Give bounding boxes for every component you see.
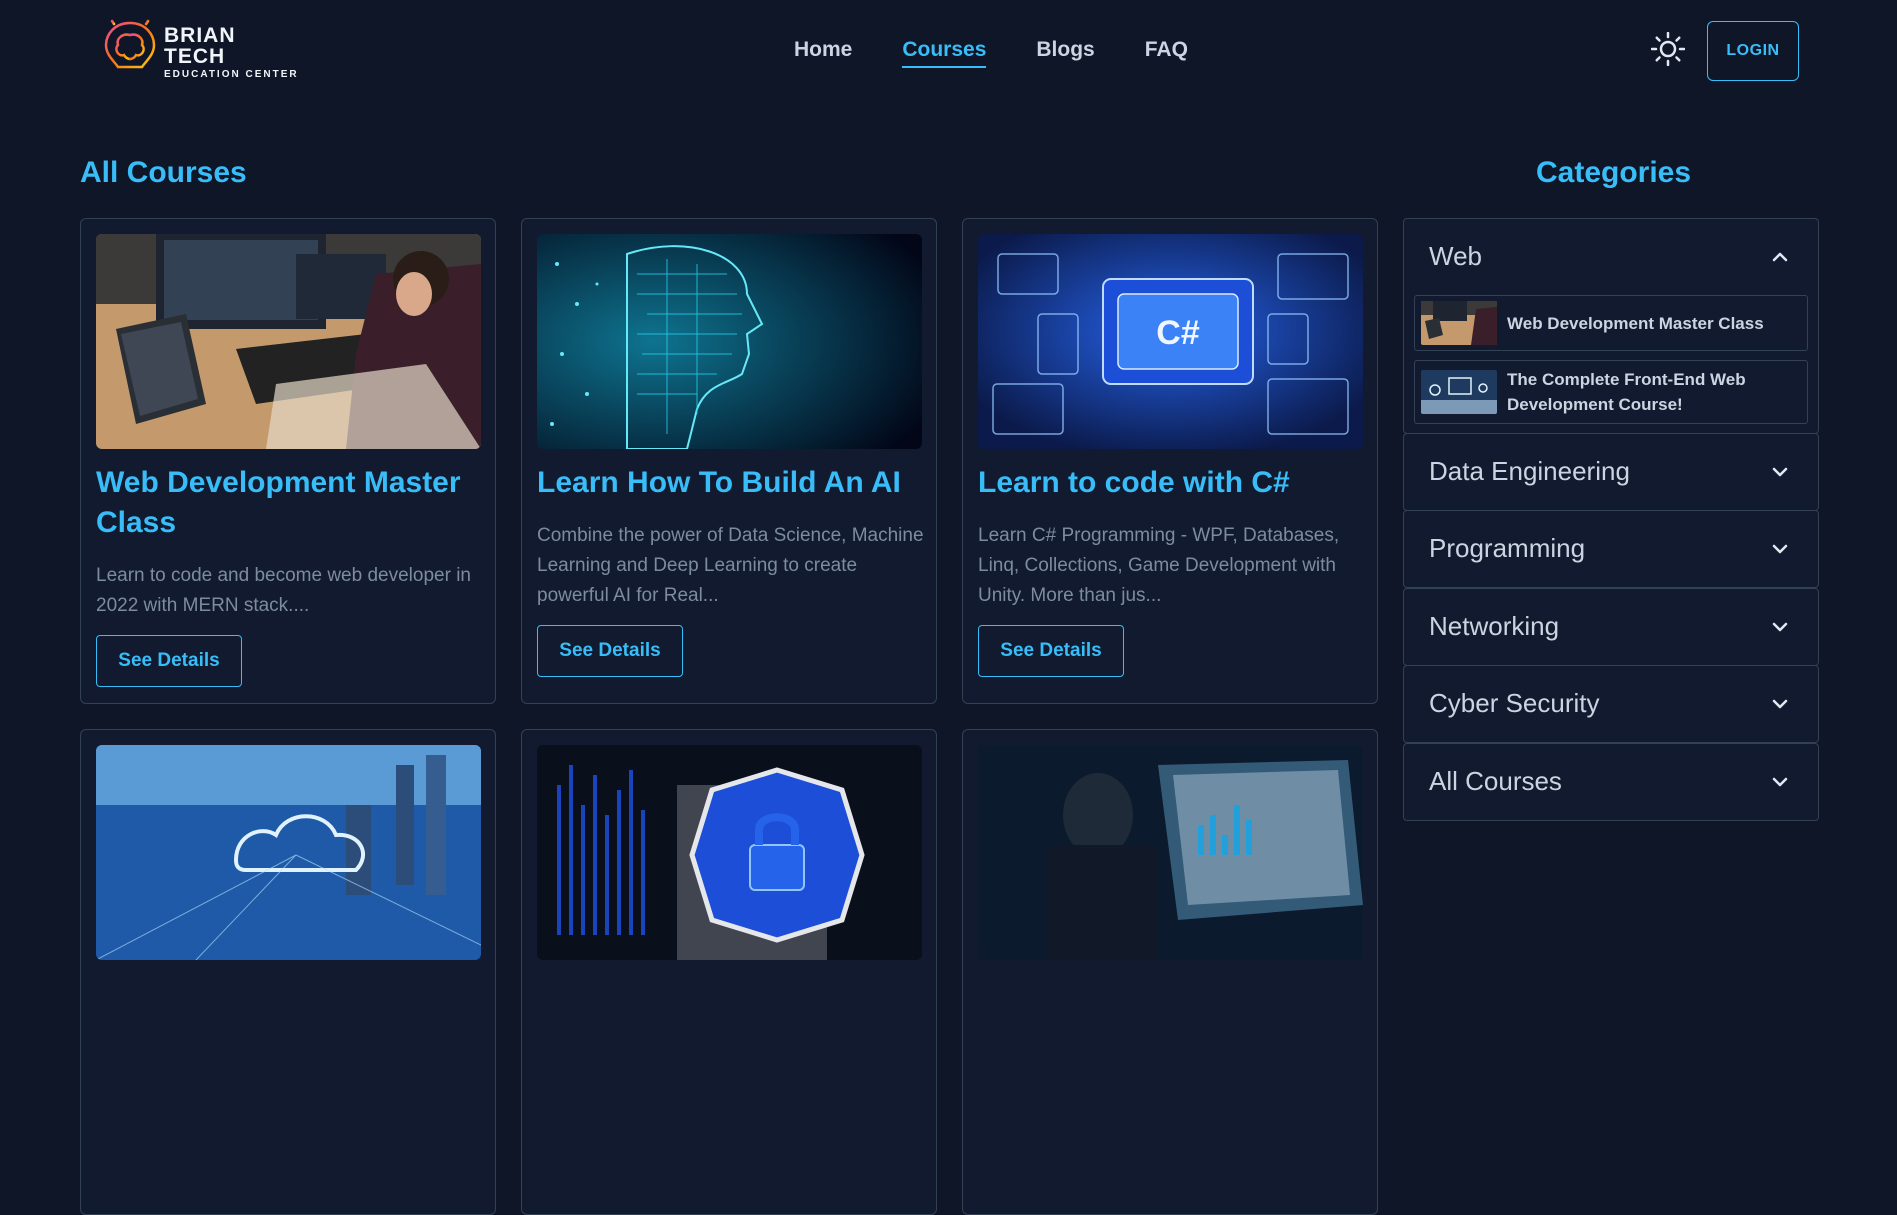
course-card [962,729,1378,1215]
category-label: Web [1429,241,1482,271]
category-data-engineering: Data Engineering [1403,433,1819,511]
brain-bulb-logo-icon [104,15,156,83]
category-label: All Courses [1429,766,1562,796]
course-description: Combine the power of Data Science, Machi… [537,525,924,606]
category-course-label: The Complete Front-End Web Development C… [1507,370,1746,414]
category-toggle[interactable]: Cyber Security [1404,666,1818,742]
course-thumbnail [1421,301,1497,345]
course-image[interactable]: C# [978,234,1363,449]
course-image[interactable] [537,745,922,960]
course-description: Learn C# Programming - WPF, Databases, L… [978,525,1340,606]
chevron-down-icon [1772,699,1788,709]
logo-title: BRIAN TECH [164,23,236,68]
programmer-photo [96,234,481,449]
category-toggle[interactable]: All Courses [1404,744,1818,820]
course-card: C# Learn to code with C# Learn C# Progra… [962,218,1378,704]
programmer-thumb [1421,301,1497,345]
see-details-button[interactable]: See Details [978,625,1124,677]
course-image[interactable] [537,234,922,449]
login-button[interactable]: LOGIN [1707,21,1799,81]
category-web: Web Web Development Master Class The Com… [1403,218,1819,434]
course-card [521,729,937,1215]
chevron-up-icon [1772,252,1788,262]
category-label: Programming [1429,533,1586,563]
main-nav: Home Courses Blogs FAQ [794,38,1238,68]
category-cyber-security: Cyber Security [1403,665,1819,743]
category-toggle[interactable]: Programming [1404,511,1818,587]
category-label: Networking [1429,611,1560,641]
cloud-city-photo [96,745,481,960]
category-programming: Programming [1403,510,1819,588]
course-title[interactable]: Learn How To Build An AI [537,463,927,503]
logo-subtitle: EDUCATION CENTER [164,68,299,80]
frontend-thumb [1421,370,1497,414]
data-screen-photo [978,745,1363,960]
site-header: BRIAN TECH EDUCATION CENTER Home Courses… [0,0,1897,104]
course-description: Learn to code and become web developer i… [96,565,471,616]
category-toggle[interactable]: Web [1404,219,1818,295]
site-logo[interactable]: BRIAN TECH EDUCATION CENTER [100,14,300,90]
category-toggle[interactable]: Data Engineering [1404,434,1818,510]
svg-text:C#: C# [1156,314,1200,352]
csharp-circuit-photo: C# [978,234,1363,449]
sun-icon [1650,31,1686,67]
category-toggle[interactable]: Networking [1404,589,1818,665]
nav-courses[interactable]: Courses [902,38,987,68]
chevron-down-icon [1772,544,1788,554]
category-networking: Networking [1403,588,1819,666]
course-thumbnail [1421,370,1497,414]
course-title[interactable]: Learn to code with C# [978,463,1368,503]
course-image[interactable] [978,745,1363,960]
category-course-item[interactable]: The Complete Front-End Web Development C… [1414,360,1808,424]
theme-toggle-button[interactable] [1650,31,1686,67]
circuit-head-photo [537,234,922,449]
categories-title: Categories [1536,156,1692,189]
see-details-button[interactable]: See Details [537,625,683,677]
security-lock-photo [537,745,922,960]
category-course-label: Web Development Master Class [1507,314,1764,333]
course-card: Learn How To Build An AI Combine the pow… [521,218,937,704]
course-card: Web Development Master Class Learn to co… [80,218,496,704]
nav-blogs[interactable]: Blogs [1036,38,1094,68]
page-title: All Courses [80,156,247,189]
see-details-button[interactable]: See Details [96,635,242,687]
course-card [80,729,496,1215]
course-image[interactable] [96,234,481,449]
category-all-courses: All Courses [1403,743,1819,821]
chevron-down-icon [1772,622,1788,632]
nav-faq[interactable]: FAQ [1145,38,1188,68]
category-label: Cyber Security [1429,688,1600,718]
chevron-down-icon [1772,467,1788,477]
course-image[interactable] [96,745,481,960]
nav-home[interactable]: Home [794,38,852,68]
chevron-down-icon [1772,777,1788,787]
category-course-item[interactable]: Web Development Master Class [1414,295,1808,351]
category-label: Data Engineering [1429,456,1630,486]
course-title[interactable]: Web Development Master Class [96,463,486,543]
